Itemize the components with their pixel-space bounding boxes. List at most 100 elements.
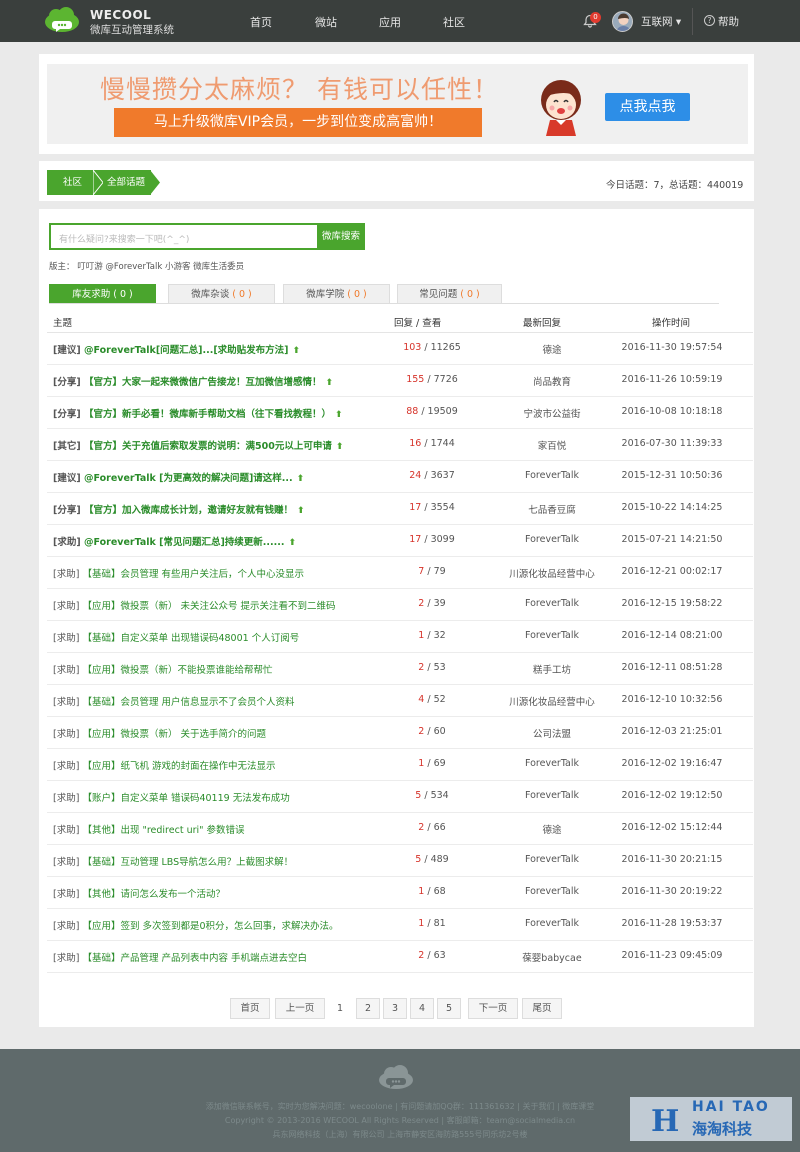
topic-link[interactable]: @ForeverTalk [常见问题汇总]持续更新...... xyxy=(84,537,284,548)
topic-link[interactable]: 【应用】微投票（新）不能投票谁能给帮帮忙 xyxy=(82,665,272,676)
topic-link[interactable]: 【应用】纸飞机 游戏的封面在操作中无法显示 xyxy=(82,761,275,772)
topic-link[interactable]: 【其他】请问怎么发布一个活动？ xyxy=(82,889,225,900)
topic-link[interactable]: @ForeverTalk [为更高效的解决问题]请这样... xyxy=(84,473,293,484)
table-row[interactable]: [求助] 【基础】自定义菜单 出现错误码48001 个人订阅号 1 / 32 For… xyxy=(47,621,753,653)
topic-link[interactable]: 【官方】关于充值后索取发票的说明：满500元以上可申请 xyxy=(84,441,332,452)
search-button[interactable]: 微库搜索 xyxy=(317,223,365,250)
table-row[interactable]: [求助] 【基础】会员管理 有些用户关注后，个人中心没显示 7 / 79 川源化妆品… xyxy=(47,557,753,589)
table-row[interactable]: [求助] 【应用】微投票（新） 关于选手简介的问题 2 / 60 公司法盟 2016-… xyxy=(47,717,753,749)
topic-link[interactable]: 【基础】自定义菜单 出现错误码48001 个人订阅号 xyxy=(82,633,299,644)
table-row[interactable]: [建议] @ForeverTalk [为更高效的解决问题]请这样... ⬆ 24 /… xyxy=(47,461,753,493)
topic-link[interactable]: 【基础】会员管理 有些用户关注后，个人中心没显示 xyxy=(82,569,304,580)
action-time: 2016-12-02 15:12:44 xyxy=(621,822,723,833)
topic-title[interactable]: [求助] 【应用】签到 多次签到都是0积分，怎么回事，求解决办法。 xyxy=(53,918,339,932)
help-icon[interactable]: ? xyxy=(704,15,715,26)
table-row[interactable]: [分享] 【官方】新手必看！微库新手帮助文档（往下看找教程！） ⬆ 88 / 195… xyxy=(47,397,753,429)
reply-count: 17 xyxy=(409,502,422,513)
topic-title[interactable]: [建议] @ForeverTalk [为更高效的解决问题]请这样... ⬆ xyxy=(53,470,304,484)
topic-title[interactable]: [分享] 【官方】大家一起来微微信广告接龙！互加微信增感情！ ⬆ xyxy=(53,374,333,388)
topic-tag: [求助] xyxy=(53,921,80,932)
topic-link[interactable]: 【账户】自定义菜单 错误码40119 无法发布成功 xyxy=(82,793,289,804)
topic-title[interactable]: [求助] 【应用】微投票（新）不能投票谁能给帮帮忙 xyxy=(53,662,272,676)
topic-title[interactable]: [求助] 【基础】产品管理 产品列表中内容 手机端点进去空白 xyxy=(53,950,307,964)
table-row[interactable]: [求助] @ForeverTalk [常见问题汇总]持续更新...... ⬆ 17 … xyxy=(47,525,753,557)
wecool-logo-icon[interactable] xyxy=(44,7,80,33)
topic-title[interactable]: [求助] 【应用】微投票（新） 未关注公众号 提示关注看不到二维码 xyxy=(53,598,336,612)
tab-chat[interactable]: 微库杂谈 ( 0 ) xyxy=(168,284,275,304)
breadcrumb-community[interactable]: 社区 xyxy=(47,170,97,195)
action-time: 2016-10-08 10:18:18 xyxy=(621,406,723,417)
nav-community[interactable]: 社区 xyxy=(443,14,465,30)
topic-link[interactable]: 【应用】微投票（新） 未关注公众号 提示关注看不到二维码 xyxy=(82,601,335,612)
cloud-logo-icon xyxy=(379,1065,413,1089)
tab-label: 库友求助 xyxy=(72,289,111,300)
topic-title[interactable]: [求助] 【应用】纸飞机 游戏的封面在操作中无法显示 xyxy=(53,758,275,772)
topic-title[interactable]: [求助] 【基础】会员管理 用户信息显示不了会员个人资料 xyxy=(53,694,294,708)
topic-title[interactable]: [求助] 【基础】互动管理 LBS导航怎么用？上截图求解！ xyxy=(53,854,293,868)
cta-button[interactable]: 点我点我 xyxy=(605,93,690,121)
user-menu[interactable]: 互联网 ▾ xyxy=(641,14,681,29)
topic-link[interactable]: 【基础】产品管理 产品列表中内容 手机端点进去空白 xyxy=(82,953,307,964)
topic-link[interactable]: 【基础】互动管理 LBS导航怎么用？上截图求解！ xyxy=(82,857,293,868)
table-row[interactable]: [其它] 【官方】关于充值后索取发票的说明：满500元以上可申请 ⬆ 16 / 17… xyxy=(47,429,753,461)
topic-link[interactable]: 【官方】加入微库成长计划，邀请好友就有钱赚！ xyxy=(84,505,293,516)
page-first-button[interactable]: 首页 xyxy=(230,998,270,1019)
table-row[interactable]: [求助] 【其他】出现 "redirect uri" 参数错误 2 / 66 德途 2… xyxy=(47,813,753,845)
table-row[interactable]: [分享] 【官方】加入微库成长计划，邀请好友就有钱赚！ ⬆ 17 / 3554 七品香… xyxy=(47,493,753,525)
page-5-button[interactable]: 5 xyxy=(437,998,461,1019)
topic-title[interactable]: [其它] 【官方】关于充值后索取发票的说明：满500元以上可申请 ⬆ xyxy=(53,438,343,452)
search-input[interactable]: 有什么疑问?来搜索一下吧(^_^) xyxy=(49,223,318,250)
view-count: / 66 xyxy=(424,822,446,833)
table-row[interactable]: [求助] 【账户】自定义菜单 错误码40119 无法发布成功 5 / 534 For… xyxy=(47,781,753,813)
topic-title[interactable]: [求助] 【其他】请问怎么发布一个活动？ xyxy=(53,886,225,900)
table-row[interactable]: [建议] @ForeverTalk[问题汇总]...[求助贴发布方法] ⬆ 103 … xyxy=(47,333,753,365)
topic-title[interactable]: [求助] 【其他】出现 "redirect uri" 参数错误 xyxy=(53,822,245,836)
table-row[interactable]: [求助] 【其他】请问怎么发布一个活动？ 1 / 68 ForeverTalk 201… xyxy=(47,877,753,909)
topic-title[interactable]: [求助] 【应用】微投票（新） 关于选手简介的问题 xyxy=(53,726,266,740)
topic-title[interactable]: [求助] @ForeverTalk [常见问题汇总]持续更新...... ⬆ xyxy=(53,534,296,548)
table-row[interactable]: [分享] 【官方】大家一起来微微信广告接龙！互加微信增感情！ ⬆ 155 / 772… xyxy=(47,365,753,397)
table-row[interactable]: [求助] 【基础】会员管理 用户信息显示不了会员个人资料 4 / 52 川源化妆品经… xyxy=(47,685,753,717)
page-4-button[interactable]: 4 xyxy=(410,998,434,1019)
table-row[interactable]: [求助] 【基础】产品管理 产品列表中内容 手机端点进去空白 2 / 63 葆婴ba… xyxy=(47,941,753,973)
topic-title[interactable]: [求助] 【基础】会员管理 有些用户关注后，个人中心没显示 xyxy=(53,566,304,580)
topic-title[interactable]: [分享] 【官方】新手必看！微库新手帮助文档（往下看找教程！） ⬆ xyxy=(53,406,343,420)
table-row[interactable]: [求助] 【应用】签到 多次签到都是0积分，怎么回事，求解决办法。 1 / 81 F… xyxy=(47,909,753,941)
view-count: / 68 xyxy=(424,886,446,897)
topic-title[interactable]: [建议] @ForeverTalk[问题汇总]...[求助贴发布方法] ⬆ xyxy=(53,342,300,356)
table-row[interactable]: [求助] 【应用】微投票（新）不能投票谁能给帮帮忙 2 / 53 糕手工坊 2016-… xyxy=(47,653,753,685)
nav-microsite[interactable]: 微站 xyxy=(315,14,337,30)
topic-link[interactable]: 【官方】新手必看！微库新手帮助文档（往下看找教程！） xyxy=(84,409,331,420)
topic-link[interactable]: 【应用】微投票（新） 关于选手简介的问题 xyxy=(82,729,266,740)
tab-help[interactable]: 库友求助 ( 0 ) xyxy=(49,284,156,304)
topic-title[interactable]: [求助] 【基础】自定义菜单 出现错误码48001 个人订阅号 xyxy=(53,630,299,644)
tab-academy[interactable]: 微库学院 ( 0 ) xyxy=(283,284,390,304)
topic-title[interactable]: [求助] 【账户】自定义菜单 错误码40119 无法发布成功 xyxy=(53,790,290,804)
topic-title[interactable]: [分享] 【官方】加入微库成长计划，邀请好友就有钱赚！ ⬆ xyxy=(53,502,305,516)
help-link[interactable]: 帮助 xyxy=(718,14,739,29)
topic-link[interactable]: 【其他】出现 "redirect uri" 参数错误 xyxy=(82,825,244,836)
view-count: / 534 xyxy=(421,790,449,801)
page-1-button[interactable]: 1 xyxy=(328,998,352,1019)
watermark-en: HAI TAO xyxy=(692,1099,770,1115)
nav-home[interactable]: 首页 xyxy=(250,14,272,30)
table-row[interactable]: [求助] 【基础】互动管理 LBS导航怎么用？上截图求解！ 5 / 489 Fore… xyxy=(47,845,753,877)
page-2-button[interactable]: 2 xyxy=(356,998,380,1019)
topic-link[interactable]: 【基础】会员管理 用户信息显示不了会员个人资料 xyxy=(82,697,294,708)
topic-link[interactable]: @ForeverTalk[问题汇总]...[求助贴发布方法] xyxy=(84,345,289,356)
table-row[interactable]: [求助] 【应用】微投票（新） 未关注公众号 提示关注看不到二维码 2 / 39 F… xyxy=(47,589,753,621)
topic-link[interactable]: 【官方】大家一起来微微信广告接龙！互加微信增感情！ xyxy=(84,377,322,388)
banner-subline: 马上升级微库VIP会员，一步到位变成高富帅！ xyxy=(114,108,482,137)
nav-apps[interactable]: 应用 xyxy=(379,14,401,30)
table-row[interactable]: [求助] 【应用】纸飞机 游戏的封面在操作中无法显示 1 / 69 ForeverT… xyxy=(47,749,753,781)
avatar[interactable] xyxy=(612,11,633,32)
action-time: 2016-12-10 10:32:56 xyxy=(621,694,723,705)
tab-faq[interactable]: 常见问题 ( 0 ) xyxy=(397,284,502,304)
page-next-button[interactable]: 下一页 xyxy=(468,998,518,1019)
page-prev-button[interactable]: 上一页 xyxy=(275,998,325,1019)
topic-link[interactable]: 【应用】签到 多次签到都是0积分，怎么回事，求解决办法。 xyxy=(82,921,338,932)
action-time: 2016-11-30 20:21:15 xyxy=(621,854,723,865)
view-count: / 3637 xyxy=(421,470,455,481)
page-3-button[interactable]: 3 xyxy=(383,998,407,1019)
page-last-button[interactable]: 尾页 xyxy=(522,998,562,1019)
